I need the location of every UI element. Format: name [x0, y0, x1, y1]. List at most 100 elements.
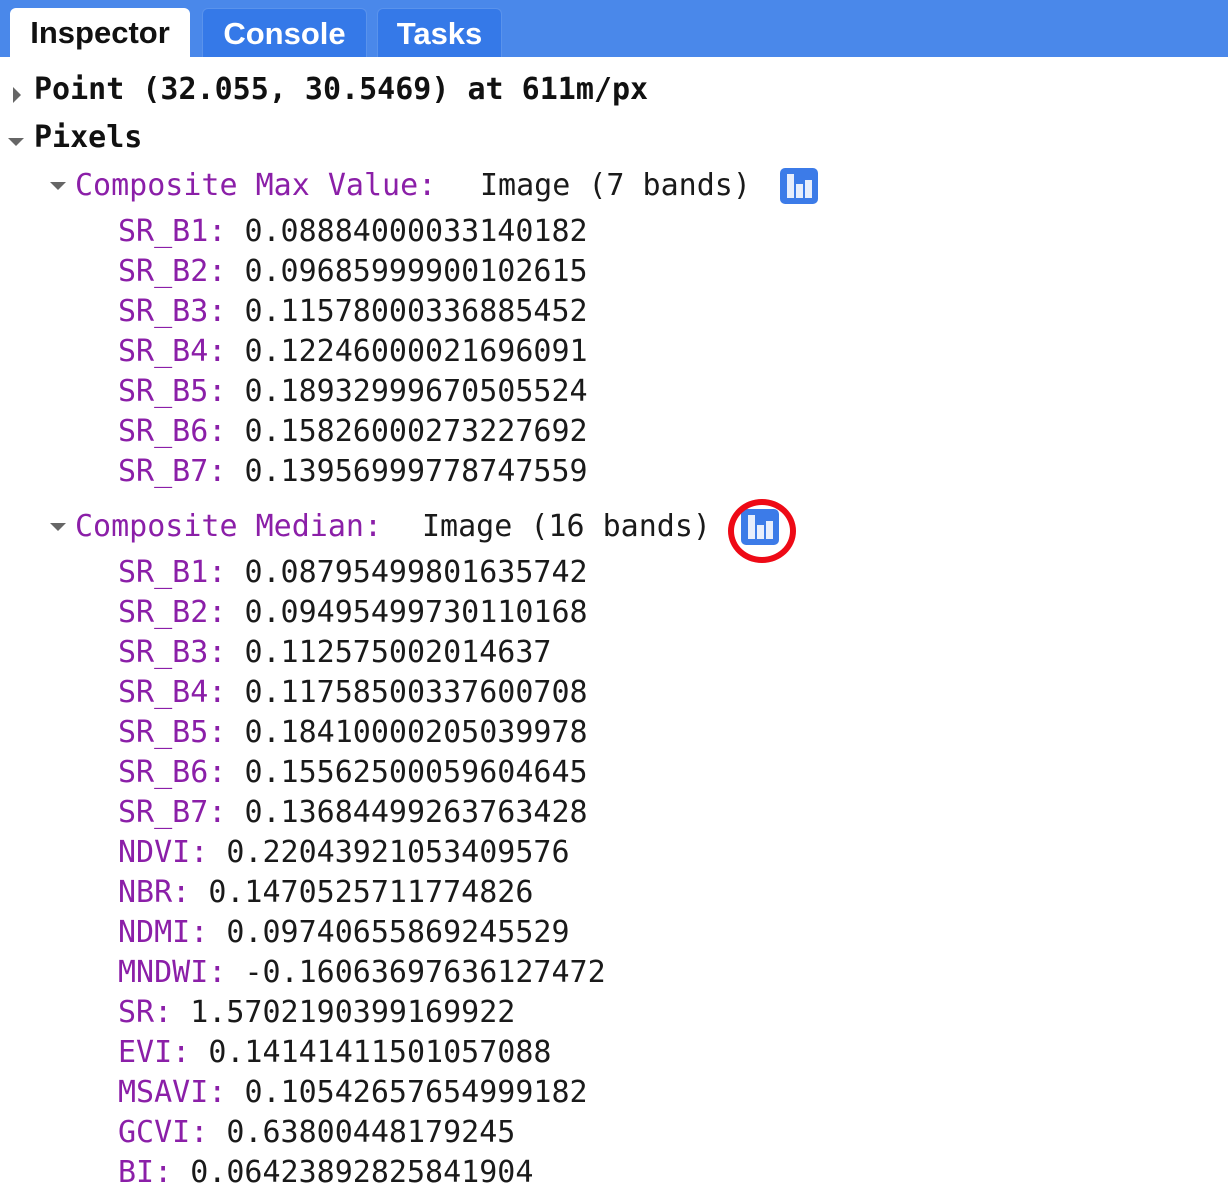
- band-name: MNDWI:: [118, 955, 227, 990]
- band-name: BI:: [118, 1155, 173, 1190]
- separator: [226, 955, 244, 990]
- band-row: NBR: 0.1470525711774826: [118, 873, 533, 913]
- band-row: SR_B5: 0.18410000205039978: [118, 713, 588, 753]
- separator: [226, 254, 244, 289]
- group-summary: Image (16 bands): [422, 509, 711, 544]
- band-name: SR_B7:: [118, 795, 227, 830]
- band-value: 1.5702190399169922: [190, 995, 516, 1030]
- band-row: SR_B3: 0.11578000336885452: [118, 292, 588, 332]
- tab-tasks[interactable]: Tasks: [377, 8, 502, 57]
- separator: [226, 374, 244, 409]
- band-value: 0.13956999778747559: [244, 454, 588, 489]
- band-value: 0.09495499730110168: [244, 595, 588, 630]
- separator: [226, 675, 244, 710]
- band-value: -0.16063697636127472: [244, 955, 606, 990]
- group-name: Composite Median:: [75, 509, 383, 544]
- chart-icon-bar: [805, 180, 812, 198]
- band-name: SR_B2:: [118, 595, 227, 630]
- separator: [226, 294, 244, 329]
- band-name: MSAVI:: [118, 1075, 227, 1110]
- band-name: NDVI:: [118, 835, 209, 870]
- band-row: SR_B1: 0.08795499801635742: [118, 553, 588, 593]
- band-value: 0.22043921053409576: [226, 835, 570, 870]
- band-name: SR_B3:: [118, 294, 227, 329]
- collapse-caret-icon[interactable]: [50, 523, 66, 531]
- separator: [226, 635, 244, 670]
- tab-console[interactable]: Console: [202, 8, 367, 57]
- band-name: EVI:: [118, 1035, 191, 1070]
- band-name: SR_B3:: [118, 635, 227, 670]
- separator: [172, 995, 190, 1030]
- separator: [226, 454, 244, 489]
- band-row: SR_B3: 0.112575002014637: [118, 633, 551, 673]
- band-name: SR_B5:: [118, 715, 227, 750]
- expand-caret-icon[interactable]: [13, 87, 21, 103]
- separator: [226, 334, 244, 369]
- collapse-caret-icon[interactable]: [50, 182, 66, 190]
- band-name: SR:: [118, 995, 173, 1030]
- band-name: SR_B6:: [118, 414, 227, 449]
- band-row: SR_B7: 0.13956999778747559: [118, 452, 588, 492]
- band-row: MNDWI: -0.16063697636127472: [118, 953, 606, 993]
- tab-inspector[interactable]: Inspector: [10, 8, 190, 57]
- band-name: SR_B4:: [118, 334, 227, 369]
- band-name: SR_B1:: [118, 214, 227, 249]
- band-row: EVI: 0.14141411501057088: [118, 1033, 551, 1073]
- band-row: BI: 0.06423892825841904: [118, 1153, 533, 1193]
- band-value: 0.14141411501057088: [208, 1035, 552, 1070]
- band-row: SR_B2: 0.09685999900102615: [118, 252, 588, 292]
- band-row: SR_B6: 0.15562500059604645: [118, 753, 588, 793]
- band-value: 0.13684499263763428: [244, 795, 588, 830]
- separator: [226, 414, 244, 449]
- chart-button[interactable]: [741, 509, 779, 545]
- point-tree-node[interactable]: Point (32.055, 30.5469) at 611m/px: [0, 70, 648, 110]
- band-name: NDMI:: [118, 915, 209, 950]
- band-value: 0.11758500337600708: [244, 675, 588, 710]
- band-value: 0.09740655869245529: [226, 915, 570, 950]
- band-row: SR_B7: 0.13684499263763428: [118, 793, 588, 833]
- separator: [226, 214, 244, 249]
- chart-icon-bar: [796, 184, 803, 198]
- pixels-tree-node[interactable]: Pixels: [0, 118, 142, 158]
- band-value: 0.06423892825841904: [190, 1155, 534, 1190]
- band-name: SR_B7:: [118, 454, 227, 489]
- separator: [190, 875, 208, 910]
- collapse-caret-icon[interactable]: [8, 138, 24, 146]
- separator: [226, 595, 244, 630]
- separator: [226, 795, 244, 830]
- band-row: SR_B1: 0.08884000033140182: [118, 212, 588, 252]
- separator: [190, 1035, 208, 1070]
- chart-icon-bar: [766, 521, 773, 539]
- band-value: 0.12246000021696091: [244, 334, 588, 369]
- band-value: 0.11578000336885452: [244, 294, 588, 329]
- pixels-label: Pixels: [34, 120, 143, 155]
- group-name: Composite Max Value:: [75, 168, 437, 203]
- band-row: SR: 1.5702190399169922: [118, 993, 515, 1033]
- band-row: SR_B2: 0.09495499730110168: [118, 593, 588, 633]
- chart-icon-bar: [757, 525, 764, 539]
- band-row: SR_B4: 0.12246000021696091: [118, 332, 588, 372]
- band-value: 0.08795499801635742: [244, 555, 588, 590]
- band-name: SR_B2:: [118, 254, 227, 289]
- separator: [172, 1155, 190, 1190]
- point-label: Point (32.055, 30.5469) at 611m/px: [34, 72, 649, 107]
- band-row: SR_B5: 0.18932999670505524: [118, 372, 588, 412]
- separator: [226, 715, 244, 750]
- band-row: SR_B6: 0.15826000273227692: [118, 412, 588, 452]
- band-row: GCVI: 0.63800448179245: [118, 1113, 515, 1153]
- band-name: NBR:: [118, 875, 191, 910]
- band-value: 0.10542657654999182: [244, 1075, 588, 1110]
- band-row: MSAVI: 0.10542657654999182: [118, 1073, 588, 1113]
- band-name: SR_B1:: [118, 555, 227, 590]
- chart-button[interactable]: [780, 168, 818, 204]
- band-row: NDMI: 0.09740655869245529: [118, 913, 570, 953]
- band-name: SR_B5:: [118, 374, 227, 409]
- band-value: 0.112575002014637: [244, 635, 552, 670]
- band-row: NDVI: 0.22043921053409576: [118, 833, 570, 873]
- band-value: 0.1470525711774826: [208, 875, 534, 910]
- tab-bar: Inspector Console Tasks: [0, 0, 1228, 57]
- band-value: 0.18410000205039978: [244, 715, 588, 750]
- band-row: SR_B4: 0.11758500337600708: [118, 673, 588, 713]
- band-name: SR_B4:: [118, 675, 227, 710]
- band-value: 0.08884000033140182: [244, 214, 588, 249]
